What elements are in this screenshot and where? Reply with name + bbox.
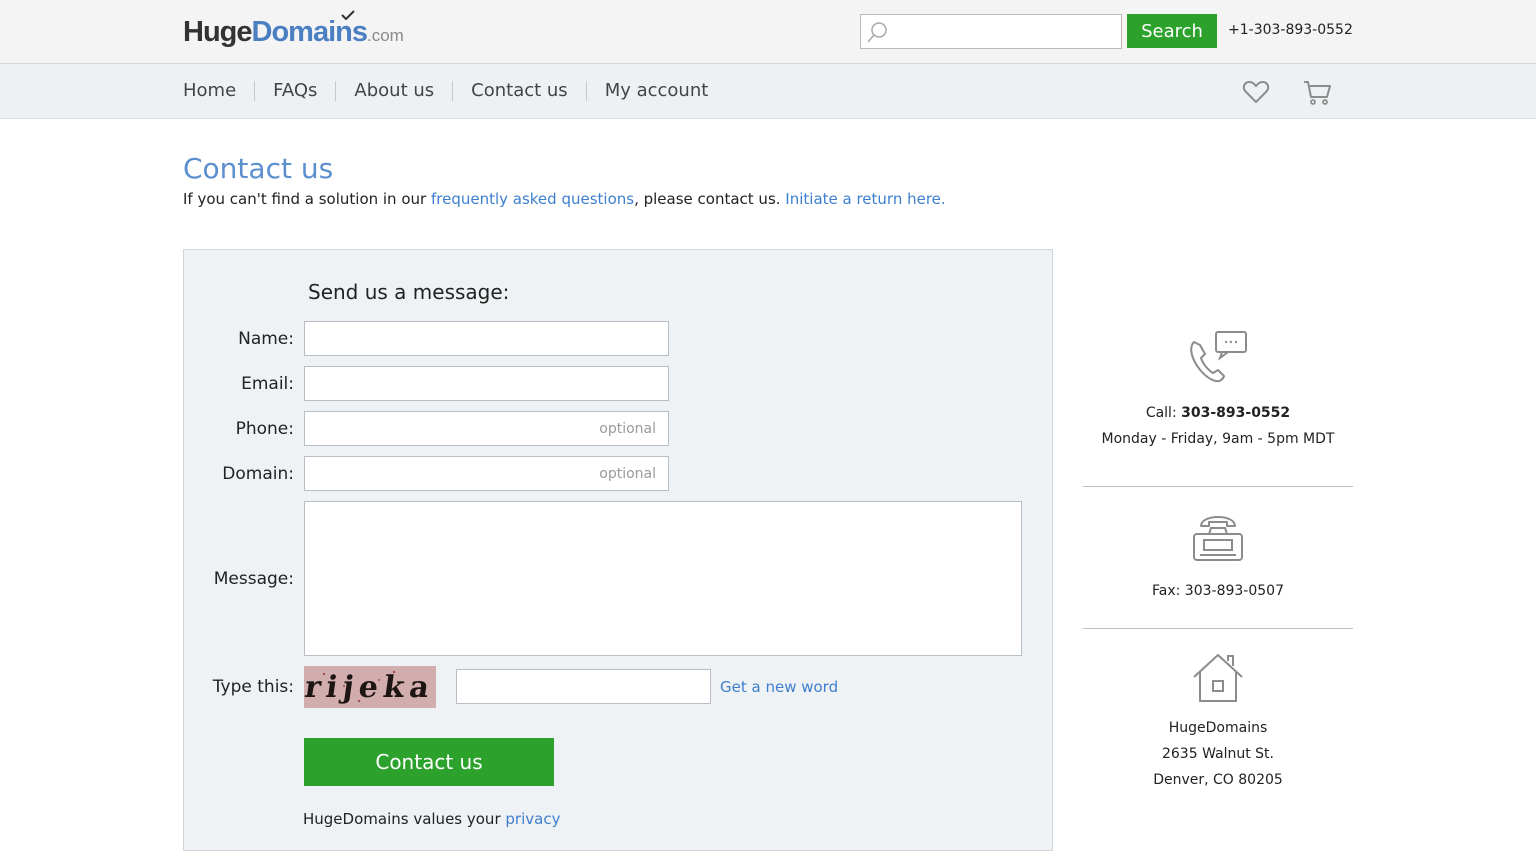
call-number: 303-893-0552 — [1181, 405, 1291, 421]
fax-icon — [1193, 516, 1243, 561]
logo-com-text: .com — [366, 26, 404, 45]
search-button[interactable]: Search — [1127, 14, 1217, 48]
message-field[interactable] — [304, 501, 1022, 656]
search-box — [860, 14, 1122, 49]
email-label: Email: — [241, 374, 294, 394]
email-field[interactable] — [304, 366, 669, 401]
page-title: Contact us — [183, 152, 334, 185]
privacy-prefix: HugeDomains values your — [303, 810, 506, 828]
phone-label: Phone: — [235, 419, 294, 439]
captcha-field[interactable] — [456, 669, 711, 704]
main-nav: Home FAQs About us Contact us My account — [183, 64, 726, 118]
nav-item-my-account[interactable]: My account — [585, 81, 727, 101]
captcha-image: rijeka — [304, 666, 436, 708]
intro-prefix: If you can't find a solution in our — [183, 190, 431, 208]
phone-field[interactable] — [304, 411, 669, 446]
captcha-label: Type this: — [212, 677, 294, 697]
address-block: HugeDomains 2635 Walnut St. Denver, CO 8… — [1083, 629, 1353, 793]
fax-text: Fax: 303-893-0507 — [1152, 583, 1284, 599]
form-heading: Send us a message: — [308, 280, 510, 304]
privacy-note: HugeDomains values your privacy — [303, 810, 560, 828]
top-bar: HugeDomains.com Search +1-303-893-0552 — [0, 0, 1536, 64]
message-label: Message: — [213, 569, 294, 589]
name-field[interactable] — [304, 321, 669, 356]
domain-field[interactable] — [304, 456, 669, 491]
submit-button[interactable]: Contact us — [304, 738, 554, 786]
nav-item-contact-us[interactable]: Contact us — [452, 81, 586, 101]
call-block: Call: 303-893-0552 Monday - Friday, 9am … — [1083, 330, 1353, 486]
nav-item-faqs[interactable]: FAQs — [254, 81, 335, 101]
intro-middle: , please contact us. — [634, 190, 786, 208]
search-input[interactable] — [895, 17, 1119, 46]
contact-sidebar: Call: 303-893-0552 Monday - Friday, 9am … — [1083, 320, 1353, 793]
intro-text: If you can't find a solution in our freq… — [183, 189, 946, 209]
logo-huge-text: Huge — [183, 16, 252, 48]
logo[interactable]: HugeDomains.com — [183, 10, 404, 50]
logo-domains-text: Domains — [251, 16, 368, 48]
city-address: Denver, CO 80205 — [1153, 772, 1283, 788]
cart-icon[interactable] — [1302, 78, 1332, 106]
house-icon — [1193, 654, 1243, 702]
domain-label: Domain: — [222, 464, 294, 484]
nav-item-about-us[interactable]: About us — [335, 81, 452, 101]
logo-check-icon — [341, 10, 355, 20]
nav-item-home[interactable]: Home — [183, 81, 254, 101]
faq-link[interactable]: frequently asked questions — [431, 190, 634, 208]
header-phone: +1-303-893-0552 — [1228, 22, 1353, 38]
contact-form: Send us a message: Name: Email: Phone: D… — [183, 249, 1053, 851]
hours-text: Monday - Friday, 9am - 5pm MDT — [1101, 431, 1335, 447]
phone-chat-icon — [1190, 331, 1247, 383]
street-address: 2635 Walnut St. — [1161, 746, 1274, 762]
name-label: Name: — [238, 329, 294, 349]
call-line: Call: 303-893-0552 — [1083, 400, 1353, 426]
company-name: HugeDomains — [1168, 720, 1268, 736]
call-prefix: Call: — [1145, 405, 1182, 421]
fax-block: Fax: 303-893-0507 — [1083, 487, 1353, 628]
heart-icon[interactable] — [1242, 78, 1270, 106]
return-link[interactable]: Initiate a return here. — [785, 190, 945, 208]
search-icon — [867, 22, 887, 43]
new-word-link[interactable]: Get a new word — [720, 678, 838, 696]
privacy-link[interactable]: privacy — [505, 810, 560, 828]
